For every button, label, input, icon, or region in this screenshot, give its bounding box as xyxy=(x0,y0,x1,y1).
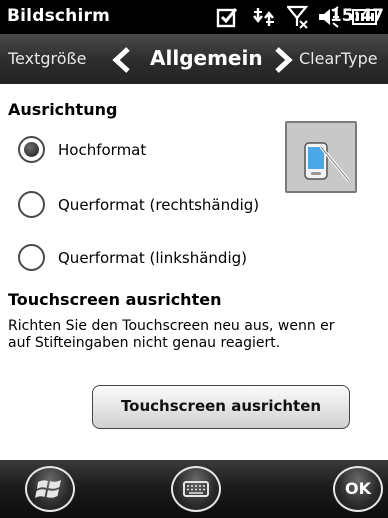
chevron-left-icon[interactable] xyxy=(111,47,133,73)
radio-portrait[interactable]: Hochformat xyxy=(18,136,146,163)
calibration-description: Richten Sie den Touchscreen neu aus, wen… xyxy=(8,318,335,351)
settings-content: Ausrichtung Hochformat Querformat (recht… xyxy=(0,84,388,460)
connectivity-arrows-icon xyxy=(253,8,274,26)
radio-label: Hochformat xyxy=(58,140,147,159)
radio-button[interactable] xyxy=(18,244,45,271)
status-bar: Bildschirm 15:47 xyxy=(0,0,388,34)
tab-next[interactable]: ClearType xyxy=(299,49,378,68)
tab-previous[interactable]: Textgröße xyxy=(8,49,86,68)
start-button[interactable] xyxy=(25,466,75,512)
radio-label: Querformat (linkshändig) xyxy=(58,248,247,267)
windows-flag-icon xyxy=(35,480,61,498)
ok-button[interactable]: OK xyxy=(333,466,383,512)
orientation-preview-image xyxy=(285,121,357,193)
device-stylus-icon xyxy=(304,142,351,182)
tab-current: Allgemein xyxy=(150,46,263,70)
keyboard-button[interactable] xyxy=(171,466,221,512)
chevron-right-icon[interactable] xyxy=(272,47,294,73)
bottom-bar: OK xyxy=(0,460,388,518)
radio-landscape-left[interactable]: Querformat (linkshändig) xyxy=(18,244,247,271)
radio-button[interactable] xyxy=(18,191,45,218)
calibrate-touchscreen-button[interactable]: Touchscreen ausrichten xyxy=(92,385,350,429)
tab-header: Textgröße Allgemein ClearType xyxy=(0,34,388,84)
status-bar-title: Bildschirm xyxy=(7,6,111,26)
checkbox-icon xyxy=(216,8,238,28)
radio-label: Querformat (rechtshändig) xyxy=(58,195,260,214)
keyboard-icon xyxy=(183,481,209,497)
no-signal-icon xyxy=(287,5,309,29)
orientation-heading: Ausrichtung xyxy=(8,100,118,119)
ok-label: OK xyxy=(345,479,371,498)
radio-landscape-right[interactable]: Querformat (rechtshändig) xyxy=(18,191,259,218)
radio-button-checked[interactable] xyxy=(18,136,45,163)
calibration-heading: Touchscreen ausrichten xyxy=(8,290,222,309)
clock[interactable]: 15:47 xyxy=(330,6,384,26)
